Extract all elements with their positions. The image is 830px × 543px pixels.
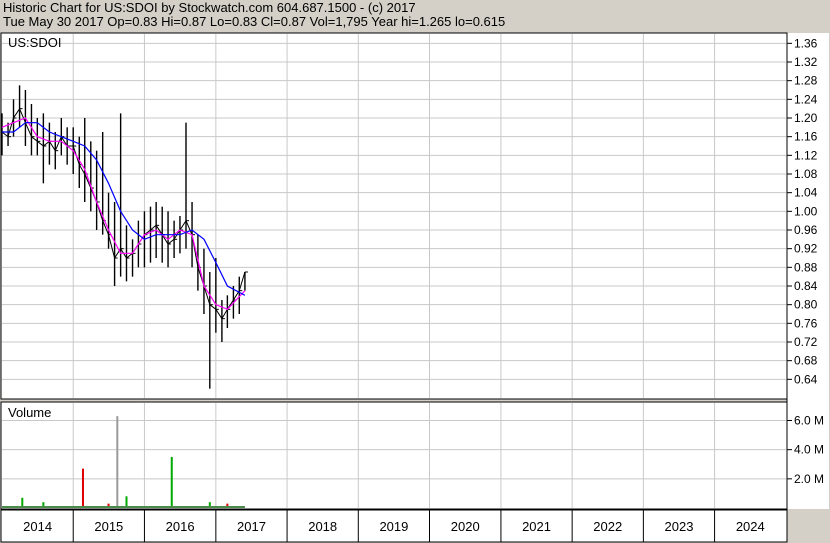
price-tick-label: 0.64 [794,372,818,386]
x-tick-label: 2024 [736,519,765,534]
price-tick-label: 0.96 [794,223,818,237]
symbol-label: US:SDOI [8,35,61,50]
price-tick-label: 0.92 [794,242,818,256]
volume-tick-label: 6.0 M [794,414,824,428]
price-tick-label: 0.84 [794,279,818,293]
volume-label: Volume [8,405,51,420]
price-tick-label: 1.32 [794,55,818,69]
price-tick-label: 1.36 [794,36,818,50]
price-tick-label: 1.04 [794,186,818,200]
price-tick-label: 0.76 [794,316,818,330]
price-tick-label: 1.24 [794,92,818,106]
price-tick-label: 1.28 [794,74,818,88]
volume-tick-label: 2.0 M [794,472,824,486]
volume-panel [0,401,788,510]
x-tick-label: 2017 [237,519,266,534]
x-tick-label: 2020 [451,519,480,534]
price-tick-label: 1.12 [794,148,818,162]
x-tick-label: 2019 [379,519,408,534]
x-tick-label: 2014 [23,519,52,534]
x-tick-label: 2018 [308,519,337,534]
price-tick-label: 0.68 [794,354,818,368]
volume-tick-label: 4.0 M [794,443,824,457]
price-tick-label: 1.16 [794,130,818,144]
price-tick-label: 0.72 [794,335,818,349]
price-tick-label: 0.88 [794,260,818,274]
price-tick-label: 1.08 [794,167,818,181]
price-tick-label: 1.00 [794,204,818,218]
x-tick-label: 2015 [94,519,123,534]
x-tick-label: 2021 [522,519,551,534]
x-tick-label: 2016 [166,519,195,534]
price-tick-label: 1.20 [794,111,818,125]
x-tick-label: 2023 [665,519,694,534]
x-tick-label: 2022 [593,519,622,534]
stock-chart: 2014 2015 2016 2017 2018 2019 2020 2021 2022 2023… [0,32,829,543]
price-panel [0,32,788,400]
price-tick-label: 0.80 [794,298,818,312]
